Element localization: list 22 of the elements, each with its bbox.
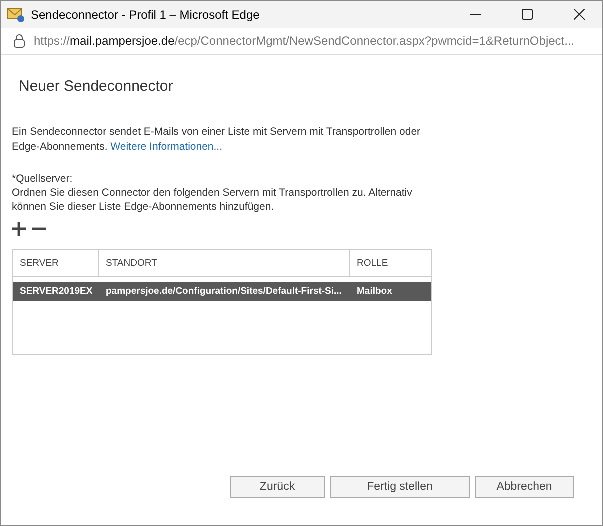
column-header[interactable]: SERVER [13, 250, 99, 276]
table-row[interactable]: SERVER2019EX pampersjoe.de/Configuration/Sites/Default-First-Si... Mailbox [13, 282, 431, 301]
source-server-hint: Ordnen Sie diesen Connector den folgenden Servern mit Transportrollen zu. Alternativ können Sie dieser Liste Edge-Abonnements hinzufügen. [12, 186, 414, 214]
more-info-link[interactable]: Weitere Informationen... [110, 141, 223, 153]
address-url[interactable]: https://mail.pampersjoe.de/ecp/ConnectorMgmt/NewSendConnector.aspx?pwmcid=1&ReturnObject... [34, 34, 575, 48]
close-icon[interactable] [574, 9, 584, 20]
add-icon[interactable] [12, 222, 26, 236]
dialog-button[interactable]: Fertig stellen [330, 476, 470, 498]
column-header[interactable]: ROLLE [350, 250, 431, 276]
column-header[interactable]: STANDORT [99, 250, 350, 276]
lock-icon[interactable] [14, 34, 25, 48]
page-heading: Neuer Sendeconnector [19, 78, 174, 95]
description-text: Ein Sendeconnector sendet E-Mails von einer Liste mit Servern mit Transportrollen oder Edge-Abonnements. Weitere Informationen... [12, 125, 422, 155]
table-cell-text: pampersjoe.de/Configuration/Sites/Default-First-Si... [105, 286, 343, 297]
table-cell-text: SERVER2019EX [19, 286, 94, 297]
mail-icon [7, 6, 25, 22]
maximize-icon[interactable] [522, 9, 532, 20]
dialog-button[interactable]: Abbrechen [475, 476, 574, 498]
source-server-label: *Quellserver: [12, 172, 74, 186]
table-cell-text: Mailbox [356, 286, 394, 297]
dialog-button[interactable]: Zurück [230, 476, 325, 498]
window-title: Sendeconnector - Profil 1 – Microsoft Edge [31, 8, 261, 22]
